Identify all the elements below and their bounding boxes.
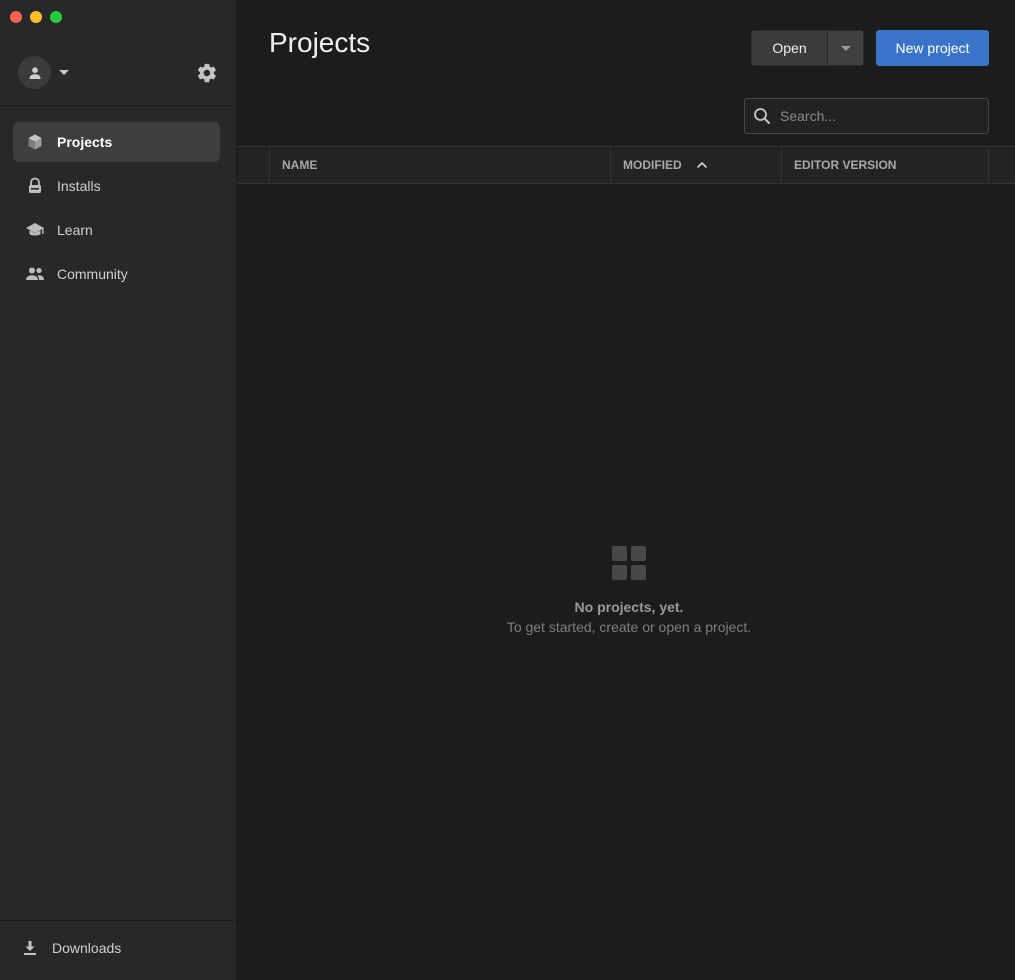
maximize-window-button[interactable] xyxy=(50,11,62,23)
sidebar: Projects Installs Learn Community Downlo… xyxy=(0,0,237,980)
column-header-name[interactable]: NAME xyxy=(270,147,611,183)
open-button-group: Open xyxy=(751,30,864,66)
column-header-label: EDITOR VERSION xyxy=(794,158,897,172)
user-icon xyxy=(29,66,40,79)
download-icon xyxy=(24,941,36,955)
minimize-window-button[interactable] xyxy=(30,11,42,23)
sidebar-item-label: Installs xyxy=(57,178,101,194)
open-dropdown-button[interactable] xyxy=(828,31,863,65)
sort-ascending-icon xyxy=(696,161,708,169)
sidebar-bottom-divider xyxy=(0,920,236,921)
sidebar-item-installs[interactable]: Installs xyxy=(13,166,220,206)
main-panel: Projects Open New project NAME MODIFIED xyxy=(237,0,1015,980)
search-box xyxy=(744,98,989,134)
graduation-cap-icon xyxy=(25,220,45,240)
column-header-label: MODIFIED xyxy=(623,158,682,172)
column-header-label: NAME xyxy=(282,158,318,172)
empty-state: No projects, yet. To get started, create… xyxy=(237,546,1015,635)
page-title: Projects xyxy=(269,27,371,58)
avatar[interactable] xyxy=(18,56,51,89)
sidebar-item-learn[interactable]: Learn xyxy=(13,210,220,250)
empty-state-title: No projects, yet. xyxy=(574,599,684,615)
sidebar-nav: Projects Installs Learn Community xyxy=(13,122,220,298)
downloads-label: Downloads xyxy=(52,940,122,956)
sidebar-divider xyxy=(0,105,236,106)
sidebar-item-label: Learn xyxy=(57,222,93,238)
grid-icon xyxy=(612,546,646,580)
open-button[interactable]: Open xyxy=(752,31,828,65)
column-header-modified[interactable]: MODIFIED xyxy=(611,147,782,183)
column-header-editor-version[interactable]: EDITOR VERSION xyxy=(782,147,989,183)
search-icon xyxy=(754,108,770,124)
sidebar-item-projects[interactable]: Projects xyxy=(13,122,220,162)
chevron-down-icon[interactable] xyxy=(59,70,69,75)
table-header: NAME MODIFIED EDITOR VERSION xyxy=(237,146,1015,184)
sidebar-item-label: Projects xyxy=(57,134,113,150)
account-menu[interactable] xyxy=(18,56,69,89)
column-header-favorite[interactable] xyxy=(237,147,270,183)
downloads-button[interactable]: Downloads xyxy=(22,940,121,956)
close-window-button[interactable] xyxy=(10,11,22,23)
new-project-button[interactable]: New project xyxy=(876,30,989,66)
cube-icon xyxy=(25,132,45,152)
sidebar-item-community[interactable]: Community xyxy=(13,254,220,294)
gear-icon[interactable] xyxy=(196,62,218,84)
sidebar-item-label: Community xyxy=(57,266,128,282)
people-icon xyxy=(25,264,45,284)
lock-icon xyxy=(25,176,45,196)
search-input[interactable] xyxy=(780,108,980,124)
window-controls xyxy=(10,11,62,23)
app-window: Projects Installs Learn Community Downlo… xyxy=(0,0,1015,980)
chevron-down-icon xyxy=(840,45,851,51)
empty-state-subtitle: To get started, create or open a project… xyxy=(506,619,752,635)
